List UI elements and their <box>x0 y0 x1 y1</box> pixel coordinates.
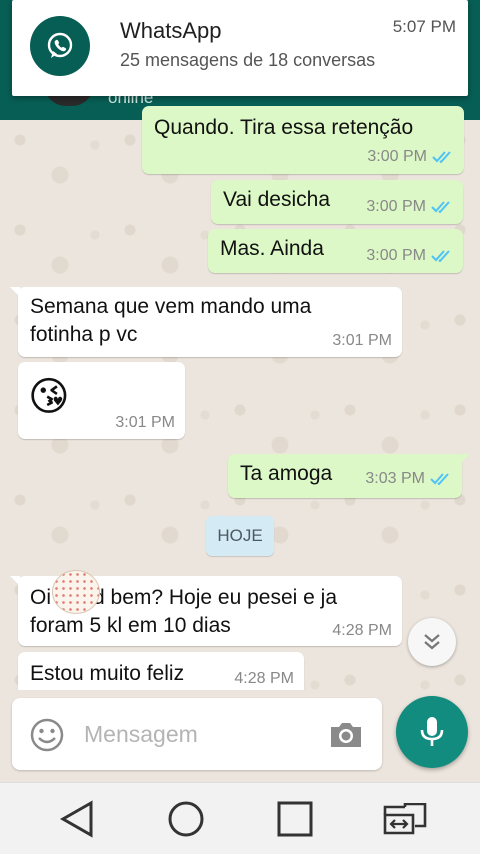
message-bubble-outgoing[interactable]: Quando. Tira essa retenção 3:00 PM <box>142 106 464 174</box>
message-time: 3:03 PM <box>365 470 425 487</box>
message-input[interactable] <box>84 712 314 756</box>
switch-apps-button[interactable] <box>383 799 427 839</box>
date-divider: HOJE <box>206 516 274 556</box>
read-ticks-icon <box>431 250 450 262</box>
message-text-segment: d bem? Hoje eu pesei e ja <box>93 586 337 609</box>
message-bubble-incoming[interactable]: Semana que vem mando uma fotinha p vc 3:… <box>10 287 402 357</box>
message-time: 4:28 PM <box>332 622 392 639</box>
notification-time: 5:07 PM <box>392 17 456 36</box>
message-meta: 3:03 PM <box>365 470 452 488</box>
read-ticks-icon <box>431 201 450 213</box>
message-meta: 4:28 PM <box>332 622 392 640</box>
message-bubble-outgoing[interactable]: Mas. Ainda 3:00 PM <box>208 229 463 273</box>
message-time: 4:28 PM <box>234 670 294 687</box>
recents-square-icon <box>277 801 313 837</box>
kiss-emoji-icon: 😘 <box>28 375 70 419</box>
message-time: 3:00 PM <box>366 247 426 264</box>
message-text: Ta amoga <box>240 462 333 485</box>
message-bubble-outgoing[interactable]: Vai desicha 3:00 PM <box>211 180 463 224</box>
message-text: Mas. Ainda <box>220 237 324 260</box>
system-navigation-bar <box>0 782 480 854</box>
message-meta: 4:28 PM <box>234 670 294 688</box>
message-text-segment: Oi <box>30 586 51 609</box>
emoji-icon[interactable] <box>30 718 64 752</box>
read-ticks-icon <box>430 473 449 485</box>
message-input-box[interactable] <box>12 698 382 770</box>
message-bubble-incoming[interactable]: 😘 3:01 PM <box>18 362 185 439</box>
message-meta: 3:00 PM <box>367 148 454 166</box>
back-button[interactable] <box>57 799 97 839</box>
message-time: 3:01 PM <box>332 332 392 349</box>
message-text: Estou muito feliz <box>30 662 185 685</box>
message-time: 3:00 PM <box>366 198 426 215</box>
message-text-line: fotinha p vc <box>30 323 138 346</box>
double-chevron-down-icon <box>424 634 440 650</box>
message-text-line: Semana que vem mando uma <box>30 295 312 318</box>
message-meta: 3:00 PM <box>366 198 453 216</box>
home-button[interactable] <box>166 799 206 839</box>
notification-text: 25 mensagens de 18 conversas <box>120 50 376 70</box>
scroll-to-bottom-button[interactable] <box>408 618 456 666</box>
camera-icon[interactable] <box>328 720 364 750</box>
whatsapp-icon <box>30 16 90 76</box>
message-time: 3:01 PM <box>115 414 175 431</box>
message-text-line: foram 5 kl em 10 dias <box>30 614 231 637</box>
read-ticks-icon <box>432 151 451 163</box>
message-text: Quando. Tira essa retenção <box>154 116 414 139</box>
message-meta: 3:00 PM <box>366 247 453 265</box>
microphone-icon <box>420 717 444 746</box>
recents-button[interactable] <box>275 799 315 839</box>
notification[interactable]: WhatsApp 5:07 PM 25 mensagens de 18 conv… <box>12 0 468 96</box>
message-meta: 3:01 PM <box>115 414 175 432</box>
back-triangle-icon <box>59 800 93 838</box>
home-circle-icon <box>168 801 204 837</box>
notification-app-name: WhatsApp <box>120 18 222 43</box>
switch-apps-icon <box>383 803 427 835</box>
message-time: 3:00 PM <box>367 148 427 165</box>
message-bubble-outgoing[interactable]: Ta amoga 3:03 PM <box>228 454 470 498</box>
microphone-button[interactable] <box>396 696 468 768</box>
message-text: Vai desicha <box>223 188 331 211</box>
message-meta: 3:01 PM <box>332 332 392 350</box>
redaction-mark <box>52 570 100 614</box>
